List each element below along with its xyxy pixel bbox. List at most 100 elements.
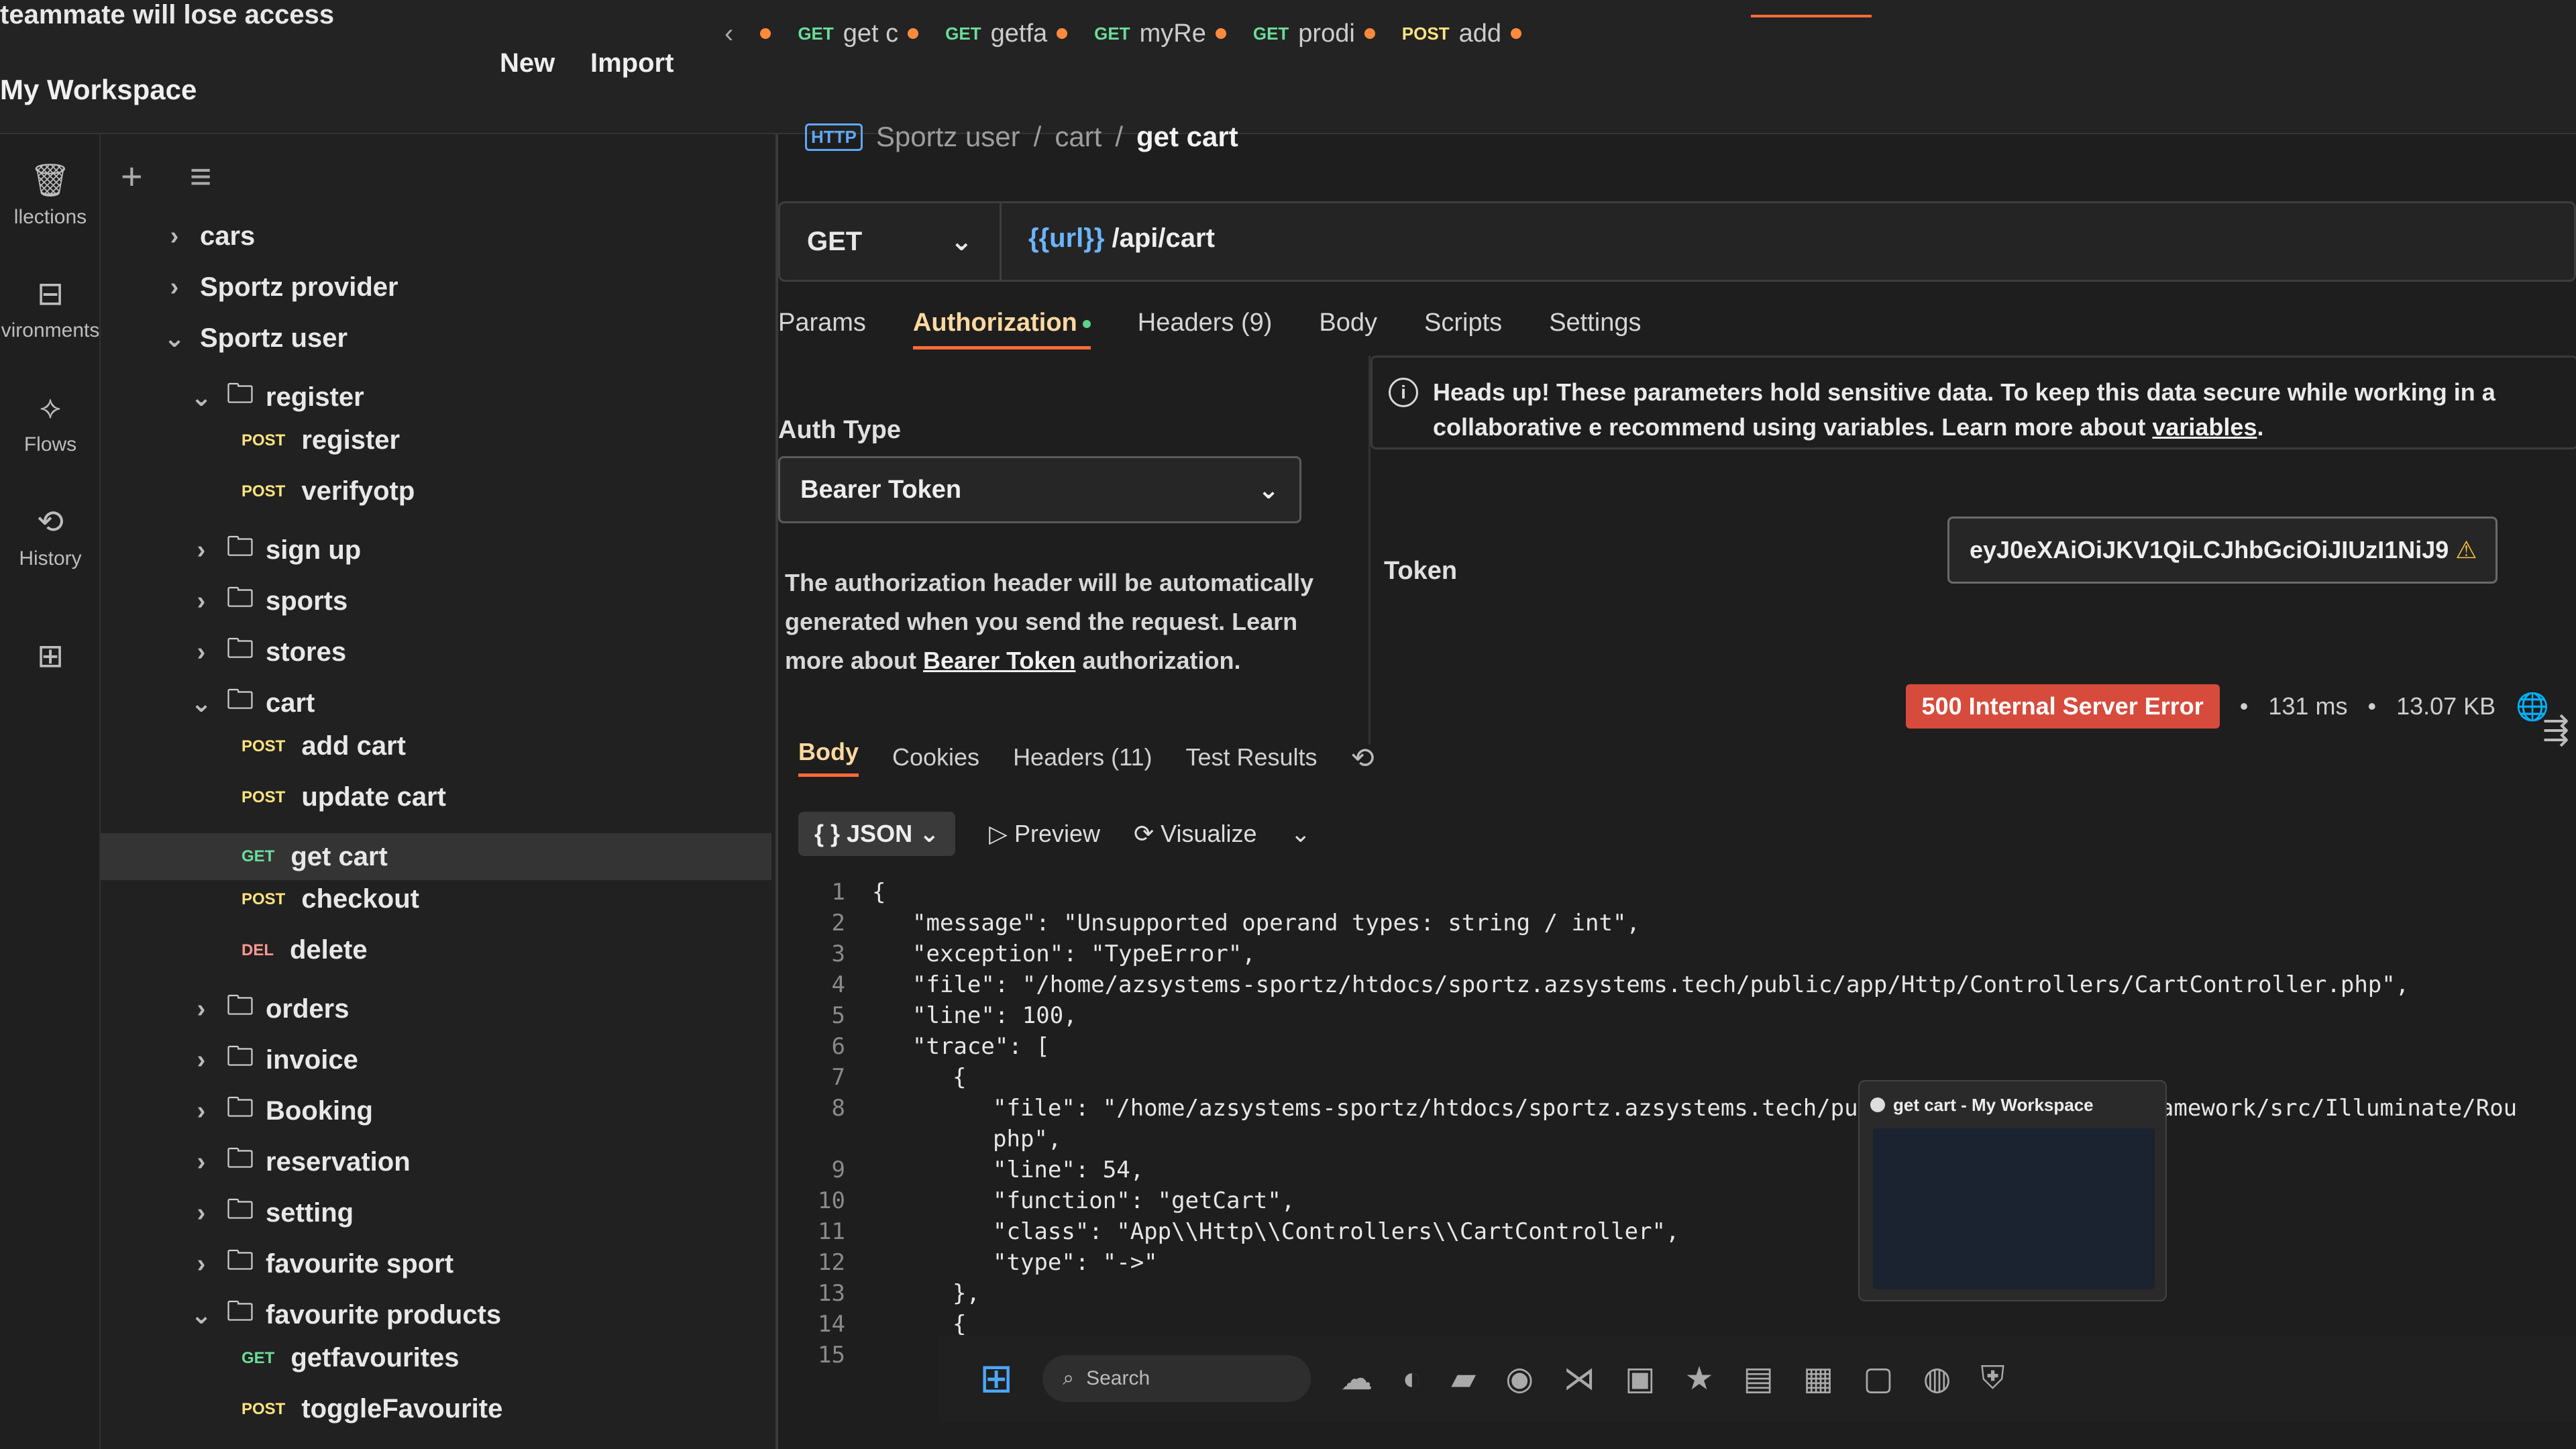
- request-item[interactable]: POST toggleFavourite: [241, 1394, 502, 1424]
- response-code-viewer[interactable]: 1{2 "message": "Unsupported operand types…: [798, 879, 2569, 1382]
- tab-headers[interactable]: Headers (9): [1138, 309, 1273, 350]
- app-icon[interactable]: ▢: [1863, 1360, 1893, 1397]
- request-item[interactable]: GET getfavourites: [241, 1343, 460, 1373]
- request-item[interactable]: POST checkout: [241, 884, 419, 914]
- chevron-right-icon[interactable]: ›: [188, 536, 215, 565]
- window-preview-thumbnail[interactable]: get cart - My Workspace: [1858, 1080, 2167, 1301]
- folder-item[interactable]: › 🗀 setting: [188, 1190, 354, 1236]
- status-badge[interactable]: 500 Internal Server Error: [1905, 684, 2220, 729]
- tab-settings[interactable]: Settings: [1549, 309, 1641, 350]
- history-icon[interactable]: ⟲: [1351, 741, 1375, 774]
- folder-item[interactable]: › 🗀 favourite sport: [188, 1241, 453, 1287]
- file-explorer-icon[interactable]: ▰: [1451, 1360, 1476, 1397]
- folder-item[interactable]: › 🗀 sign up: [188, 527, 362, 573]
- chevron-right-icon[interactable]: ›: [188, 1097, 215, 1126]
- chevron-down-icon[interactable]: ⌄: [1291, 820, 1311, 848]
- request-tab[interactable]: GET myRe: [1094, 19, 1226, 48]
- chrome-icon[interactable]: ◉: [1505, 1360, 1534, 1397]
- breadcrumb-item[interactable]: Sportz user: [876, 121, 1020, 153]
- postman-icon[interactable]: ◍: [1923, 1360, 1951, 1397]
- chevron-right-icon[interactable]: ›: [188, 1199, 215, 1228]
- response-size[interactable]: 13.07 KB: [2396, 692, 2496, 720]
- chevron-right-icon[interactable]: ›: [188, 638, 215, 667]
- chevron-down-icon[interactable]: ⌄: [188, 1300, 215, 1330]
- chevron-right-icon[interactable]: ›: [188, 1148, 215, 1177]
- tab-scroll-left-icon[interactable]: ‹: [724, 19, 733, 49]
- pinned-app-icon[interactable]: ★: [1684, 1360, 1713, 1397]
- request-tab[interactable]: [760, 28, 771, 39]
- rail-collections[interactable]: 🗑 llections: [0, 161, 101, 229]
- request-tab[interactable]: POST add: [1402, 19, 1521, 48]
- wrap-lines-icon[interactable]: ⇶: [2542, 711, 2569, 749]
- widgets-icon[interactable]: ☁: [1340, 1360, 1373, 1397]
- chevron-right-icon[interactable]: ›: [188, 1250, 215, 1279]
- tab-response-headers[interactable]: Headers (11): [1013, 743, 1152, 771]
- breadcrumb-current[interactable]: get cart: [1136, 121, 1238, 153]
- auth-type-select[interactable]: Bearer Token ⌄: [778, 456, 1301, 523]
- request-tab[interactable]: GET get c: [798, 19, 919, 48]
- request-item[interactable]: GET get cart: [101, 833, 771, 880]
- folder-item[interactable]: ⌄ 🗀 favourite products: [188, 1292, 501, 1338]
- chevron-right-icon[interactable]: ›: [161, 222, 188, 251]
- request-item[interactable]: POST update cart: [241, 782, 446, 812]
- folder-item[interactable]: ⌄ 🗀 cart: [188, 680, 315, 726]
- chevron-right-icon[interactable]: ›: [161, 273, 188, 302]
- folder-item[interactable]: › 🗀 Booking: [188, 1088, 373, 1134]
- chevron-down-icon[interactable]: ⌄: [161, 323, 188, 354]
- chevron-down-icon[interactable]: ⌄: [188, 688, 215, 718]
- folder-item[interactable]: ⌄ 🗀 register: [188, 374, 364, 420]
- chevron-right-icon[interactable]: ›: [188, 587, 215, 616]
- edge-browser-icon[interactable]: ◐: [1402, 1360, 1421, 1397]
- visualize-button[interactable]: ⟳ Visualize: [1134, 820, 1257, 848]
- taskbar-search[interactable]: ⌕ Search: [1042, 1355, 1311, 1402]
- collection-item[interactable]: › Sportz provider: [161, 272, 398, 303]
- security-shield-icon[interactable]: ⛨: [1980, 1360, 2004, 1397]
- folder-item[interactable]: › 🗀 orders: [188, 986, 350, 1032]
- add-icon[interactable]: +: [121, 154, 143, 198]
- tab-authorization[interactable]: Authorization: [912, 309, 1091, 350]
- format-select[interactable]: { } JSON ⌄: [798, 812, 956, 856]
- rail-apps[interactable]: ⊞: [0, 637, 101, 682]
- chevron-right-icon[interactable]: ›: [188, 1046, 215, 1075]
- method-select[interactable]: GET ⌄: [780, 203, 1002, 280]
- chevron-down-icon[interactable]: ⌄: [188, 382, 215, 413]
- tab-params[interactable]: Params: [778, 309, 866, 350]
- vscode-icon[interactable]: ⋊: [1563, 1360, 1595, 1397]
- pycharm-icon[interactable]: ▤: [1743, 1360, 1773, 1397]
- request-tab[interactable]: GET prodi: [1253, 19, 1375, 48]
- tab-response-body[interactable]: Body: [798, 738, 859, 777]
- request-item[interactable]: POST add cart: [241, 731, 406, 761]
- folder-item[interactable]: › 🗀 invoice: [188, 1037, 358, 1083]
- request-item[interactable]: POST verifyotp: [241, 476, 415, 506]
- request-item[interactable]: DEL delete: [241, 935, 368, 965]
- collection-item[interactable]: › cars: [161, 221, 256, 252]
- preview-button[interactable]: ▷ Preview: [989, 820, 1100, 848]
- new-button[interactable]: New: [500, 48, 555, 78]
- jetbrains-icon[interactable]: ▦: [1803, 1360, 1833, 1397]
- collection-item[interactable]: ⌄ Sportz user: [161, 323, 347, 354]
- import-button[interactable]: Import: [590, 48, 674, 78]
- windows-start-icon[interactable]: ⊞: [979, 1355, 1013, 1402]
- token-input[interactable]: eyJ0eXAiOiJKV1QiLCJhbGciOiJIUzI1NiJ9 ⚠: [1947, 517, 2498, 584]
- tab-scripts[interactable]: Scripts: [1424, 309, 1502, 350]
- chevron-right-icon[interactable]: ›: [188, 995, 215, 1024]
- response-time[interactable]: 131 ms: [2268, 692, 2347, 720]
- folder-item[interactable]: › 🗀 reservation: [188, 1139, 411, 1185]
- request-tab[interactable]: GET getfa: [945, 19, 1068, 48]
- tab-body[interactable]: Body: [1319, 309, 1377, 350]
- breadcrumb-item[interactable]: cart: [1055, 121, 1102, 153]
- tab-test-results[interactable]: Test Results: [1185, 743, 1317, 771]
- folder-item[interactable]: › 🗀 stores: [188, 629, 346, 675]
- rail-environments[interactable]: ⊟ vironments: [0, 275, 101, 342]
- terminal-icon[interactable]: ▣: [1625, 1360, 1655, 1397]
- workspace-name[interactable]: My Workspace: [0, 74, 197, 106]
- variables-link[interactable]: variables: [2152, 413, 2257, 441]
- rail-flows[interactable]: ⟡ Flows: [0, 389, 101, 456]
- bearer-token-link[interactable]: Bearer Token: [923, 647, 1075, 674]
- rail-history[interactable]: ⟲ History: [0, 503, 101, 570]
- request-item[interactable]: POST register: [241, 425, 400, 455]
- tab-cookies[interactable]: Cookies: [892, 743, 979, 771]
- folder-item[interactable]: › 🗀 sports: [188, 578, 348, 624]
- filter-icon[interactable]: ≡: [190, 154, 212, 198]
- url-input[interactable]: {{url}} /api/cart: [1028, 223, 1215, 254]
